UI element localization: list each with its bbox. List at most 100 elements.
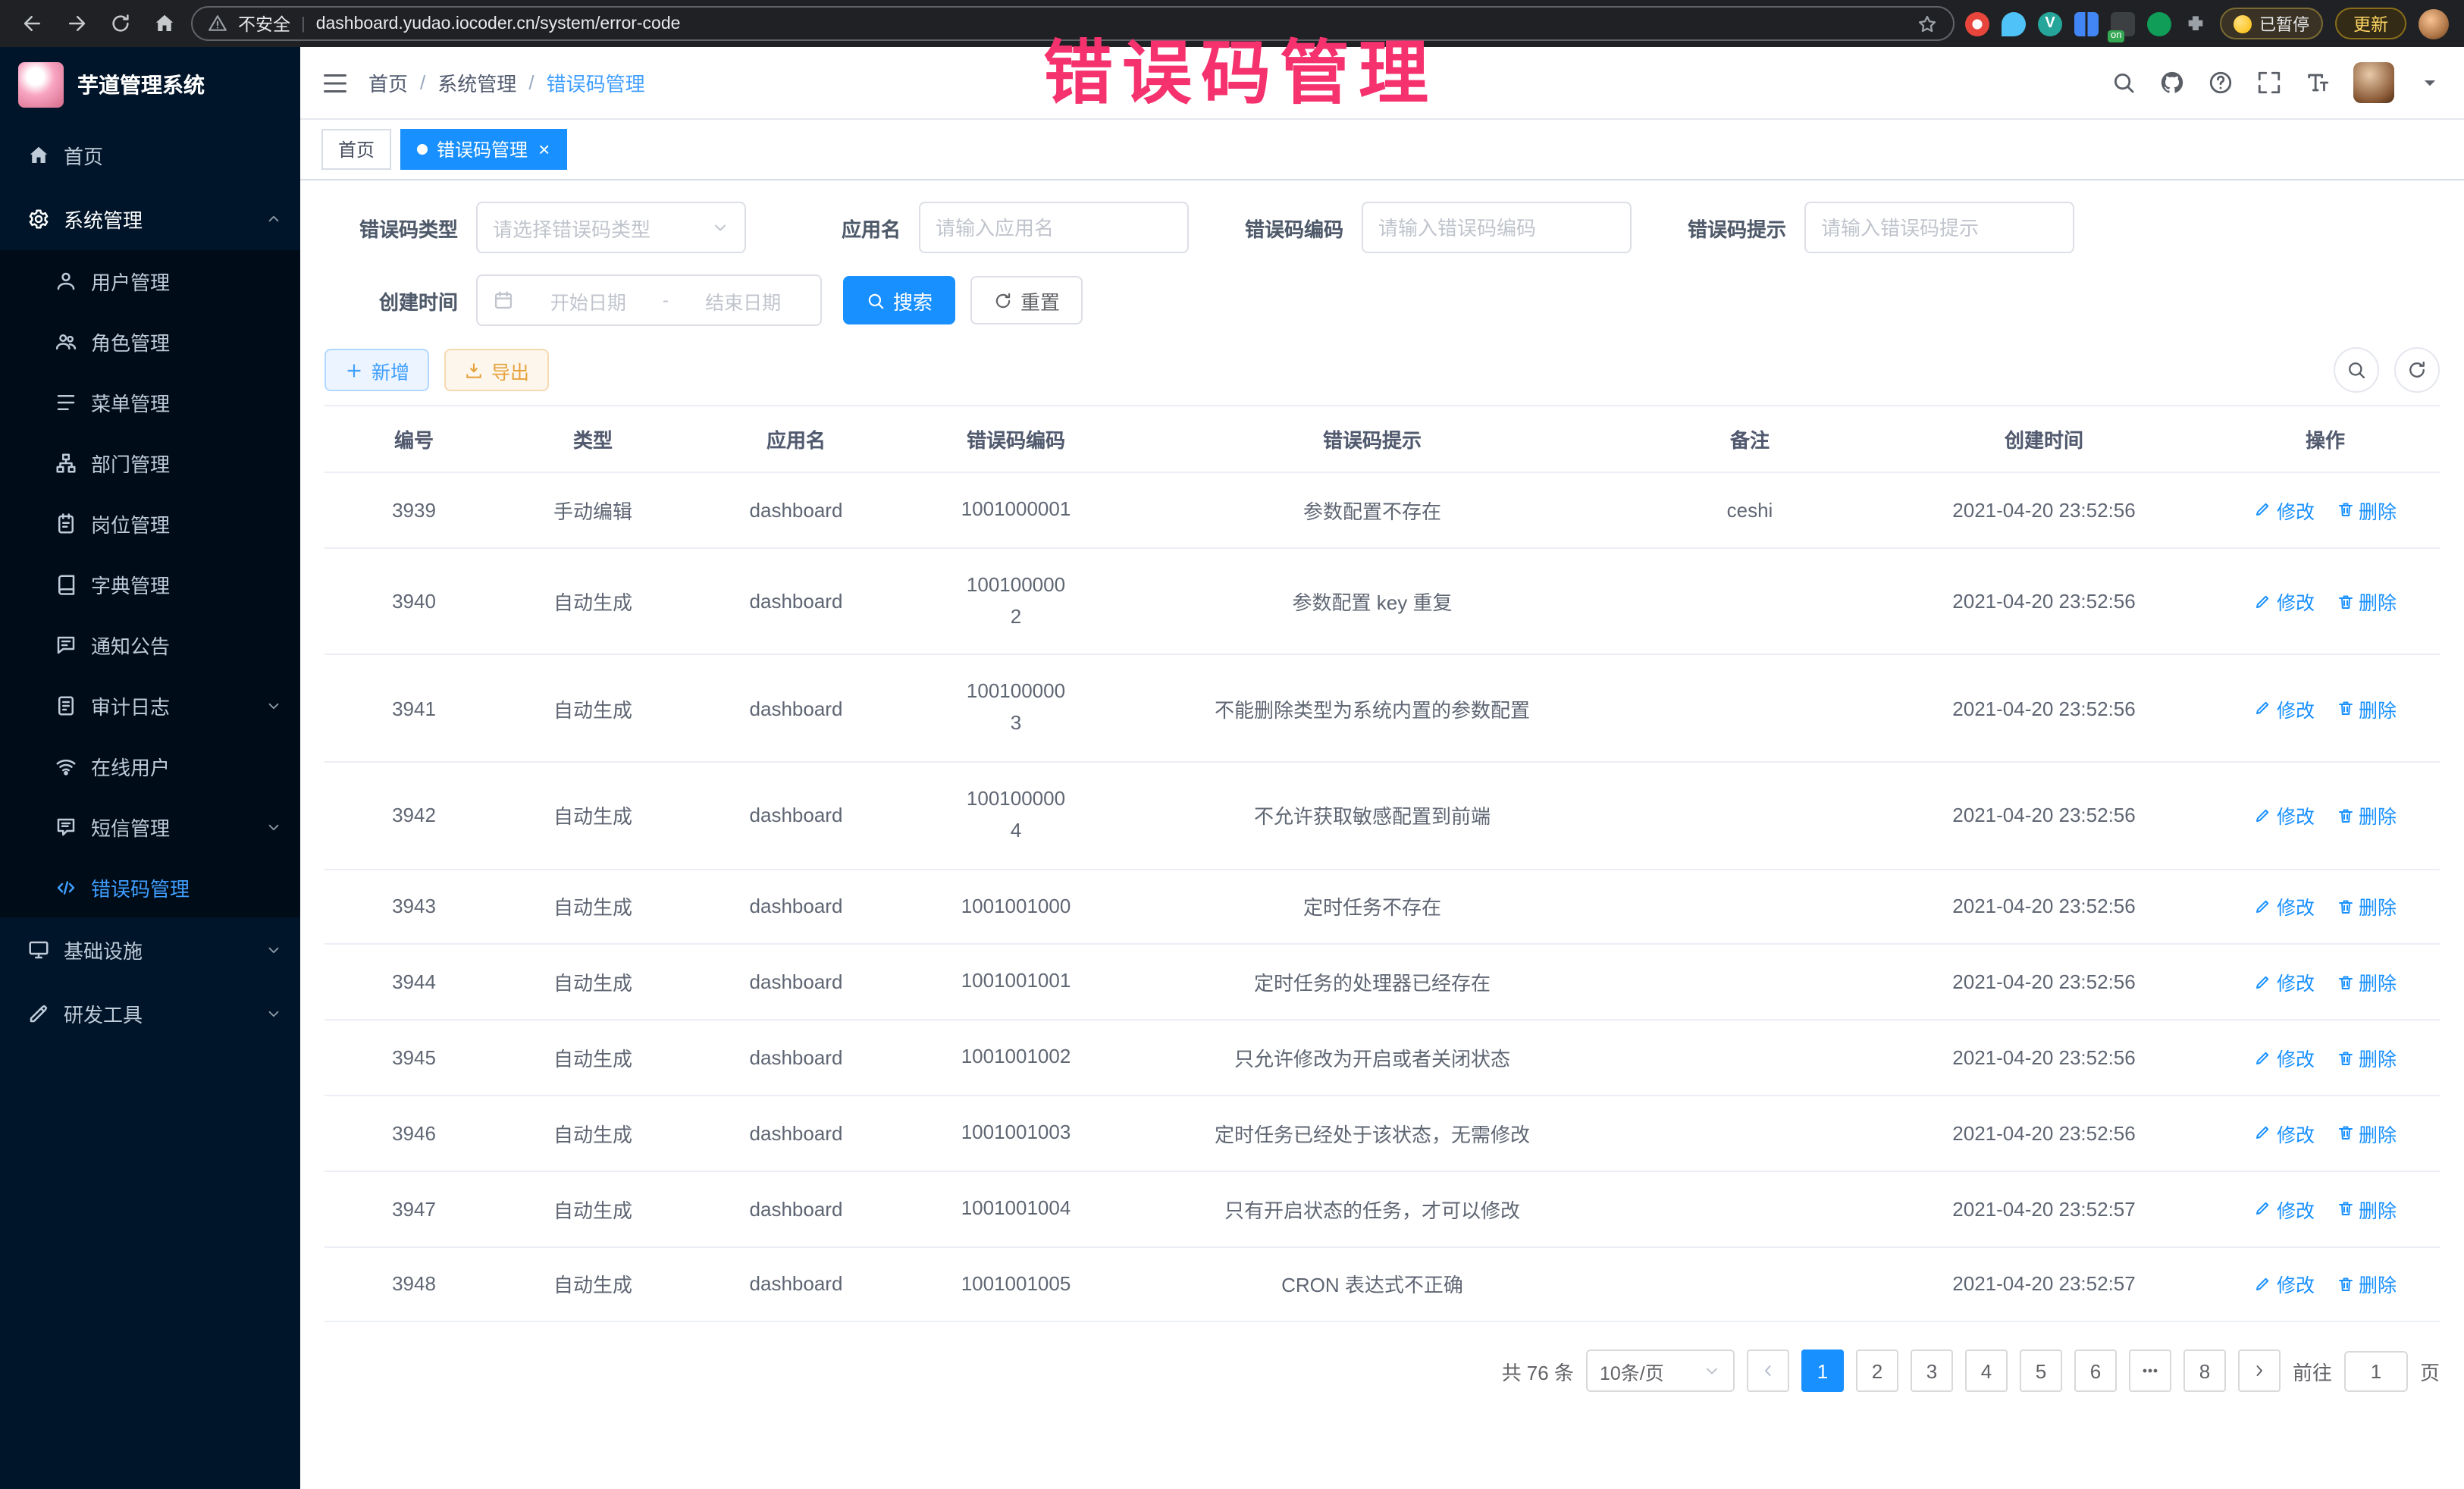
- toggle-search-button[interactable]: [2334, 347, 2379, 393]
- table-row[interactable]: 3942自动生成dashboard100100000 4不允许获取敏感配置到前端…: [324, 762, 2440, 869]
- page-button-6[interactable]: 6: [2074, 1350, 2117, 1393]
- page-button-4[interactable]: 4: [1965, 1350, 2008, 1393]
- collapse-sidebar-icon[interactable]: [321, 69, 349, 96]
- sidebar-item-user[interactable]: 用户管理: [0, 250, 300, 311]
- page-button-3[interactable]: 3: [1911, 1350, 1953, 1393]
- sidebar-item-menu[interactable]: 菜单管理: [0, 371, 300, 432]
- sidebar-item-post[interactable]: 岗位管理: [0, 493, 300, 553]
- page-size-select[interactable]: 10条/页: [1586, 1350, 1735, 1393]
- user-avatar[interactable]: [2353, 62, 2394, 103]
- column-header[interactable]: 编号: [324, 406, 503, 472]
- delete-link[interactable]: 删除: [2336, 801, 2397, 830]
- extensions-puzzle-icon[interactable]: [2183, 11, 2208, 36]
- sidebar-item-dict[interactable]: 字典管理: [0, 553, 300, 614]
- column-header[interactable]: 操作: [2211, 406, 2440, 472]
- filter-select-type[interactable]: 请选择错误码类型: [476, 202, 746, 253]
- help-icon[interactable]: [2208, 70, 2234, 96]
- add-button[interactable]: 新增: [324, 349, 429, 391]
- browser-home-icon[interactable]: [147, 7, 180, 40]
- column-header[interactable]: 类型: [503, 406, 682, 472]
- next-page-button[interactable]: [2238, 1350, 2281, 1393]
- sidebar-item-infra[interactable]: 基础设施: [0, 917, 300, 981]
- delete-link[interactable]: 删除: [2336, 1119, 2397, 1148]
- search-icon[interactable]: [2111, 70, 2136, 96]
- filter-input-code[interactable]: [1362, 202, 1632, 253]
- table-row[interactable]: 3944自动生成dashboard1001001001定时任务的处理器已经存在2…: [324, 945, 2440, 1020]
- browser-address-bar[interactable]: 不安全 | dashboard.yudao.iocoder.cn/system/…: [191, 6, 1955, 41]
- refresh-table-button[interactable]: [2394, 347, 2440, 393]
- column-header[interactable]: 错误码提示: [1122, 406, 1622, 472]
- delete-link[interactable]: 删除: [2336, 496, 2397, 525]
- edit-link[interactable]: 修改: [2254, 1270, 2315, 1299]
- sidebar-item-error-code[interactable]: 错误码管理: [0, 857, 300, 917]
- page-button-1[interactable]: 1: [1801, 1350, 1844, 1393]
- app-logo[interactable]: 芋道管理系统: [0, 47, 300, 123]
- delete-link[interactable]: 删除: [2336, 968, 2397, 997]
- page-button-2[interactable]: 2: [1856, 1350, 1898, 1393]
- delete-link[interactable]: 删除: [2336, 694, 2397, 723]
- sidebar-item-dept[interactable]: 部门管理: [0, 432, 300, 493]
- fullscreen-icon[interactable]: [2256, 70, 2282, 96]
- extension-v-icon[interactable]: V: [2038, 11, 2062, 36]
- reset-button[interactable]: 重置: [970, 276, 1083, 324]
- table-row[interactable]: 3947自动生成dashboard1001001004只有开启状态的任务，才可以…: [324, 1171, 2440, 1247]
- browser-reload-icon[interactable]: [103, 7, 136, 40]
- page-button-8[interactable]: 8: [2183, 1350, 2226, 1393]
- filter-input-app-name[interactable]: [919, 202, 1189, 253]
- extension-green-icon[interactable]: [2147, 11, 2171, 36]
- table-row[interactable]: 3940自动生成dashboard100100000 2参数配置 key 重复2…: [324, 548, 2440, 655]
- table-row[interactable]: 3943自动生成dashboard1001001000定时任务不存在2021-0…: [324, 869, 2440, 945]
- table-row[interactable]: 3945自动生成dashboard1001001002只允许修改为开启或者关闭状…: [324, 1020, 2440, 1096]
- github-icon[interactable]: [2159, 70, 2185, 96]
- edit-link[interactable]: 修改: [2254, 801, 2315, 830]
- sidebar-item-dev-tools[interactable]: 研发工具: [0, 981, 300, 1045]
- extension-drop-icon[interactable]: [2002, 11, 2026, 36]
- edit-link[interactable]: 修改: [2254, 694, 2315, 723]
- browser-update-button[interactable]: 更新: [2335, 8, 2406, 39]
- sidebar-item-online-user[interactable]: 在线用户: [0, 735, 300, 796]
- bookmark-star-icon[interactable]: [1917, 13, 1938, 34]
- table-row[interactable]: 3946自动生成dashboard1001001003定时任务已经处于该状态，无…: [324, 1096, 2440, 1171]
- edit-link[interactable]: 修改: [2254, 1043, 2315, 1072]
- more-pages-button[interactable]: [2129, 1350, 2171, 1393]
- delete-link[interactable]: 删除: [2336, 1270, 2397, 1299]
- search-button[interactable]: 搜索: [843, 276, 955, 324]
- delete-link[interactable]: 删除: [2336, 1043, 2397, 1072]
- sidebar-item-role[interactable]: 角色管理: [0, 311, 300, 371]
- column-header[interactable]: 创建时间: [1877, 406, 2211, 472]
- edit-link[interactable]: 修改: [2254, 968, 2315, 997]
- extension-switch-icon[interactable]: on: [2111, 11, 2135, 36]
- browser-profile-avatar[interactable]: [2419, 8, 2449, 39]
- delete-link[interactable]: 删除: [2336, 892, 2397, 921]
- export-button[interactable]: 导出: [444, 349, 549, 391]
- edit-link[interactable]: 修改: [2254, 1194, 2315, 1223]
- extension-red-icon[interactable]: [1965, 11, 1989, 36]
- filter-input-message[interactable]: [1804, 202, 2074, 253]
- column-header[interactable]: 备注: [1622, 406, 1877, 472]
- tab-home[interactable]: 首页: [321, 129, 391, 170]
- sidebar-item-system[interactable]: 系统管理: [0, 187, 300, 250]
- edit-link[interactable]: 修改: [2254, 892, 2315, 921]
- breadcrumb-item[interactable]: 首页: [368, 68, 408, 97]
- tab-close-icon[interactable]: ×: [538, 139, 550, 159]
- breadcrumb-item[interactable]: 系统管理: [437, 68, 516, 97]
- browser-back-icon[interactable]: [15, 7, 49, 40]
- avatar-caret-down-icon[interactable]: [2417, 70, 2443, 96]
- sidebar-item-sms[interactable]: 短信管理: [0, 796, 300, 857]
- goto-page-input[interactable]: [2344, 1351, 2408, 1392]
- date-range-picker[interactable]: 开始日期 - 结束日期: [476, 274, 822, 326]
- page-button-5[interactable]: 5: [2020, 1350, 2062, 1393]
- column-header[interactable]: 错误码编码: [910, 406, 1122, 472]
- extension-grid-icon[interactable]: [2074, 11, 2099, 36]
- prev-page-button[interactable]: [1747, 1350, 1789, 1393]
- font-size-icon[interactable]: [2305, 70, 2331, 96]
- table-row[interactable]: 3939手动编辑dashboard1001000001参数配置不存在ceshi2…: [324, 472, 2440, 548]
- extension-paused-chip[interactable]: 已暂停: [2220, 8, 2323, 39]
- delete-link[interactable]: 删除: [2336, 1194, 2397, 1223]
- column-header[interactable]: 应用名: [682, 406, 910, 472]
- breadcrumb-item[interactable]: 错误码管理: [547, 68, 645, 97]
- sidebar-item-notice[interactable]: 通知公告: [0, 614, 300, 675]
- edit-link[interactable]: 修改: [2254, 587, 2315, 616]
- sidebar-item-audit-log[interactable]: 审计日志: [0, 675, 300, 735]
- edit-link[interactable]: 修改: [2254, 496, 2315, 525]
